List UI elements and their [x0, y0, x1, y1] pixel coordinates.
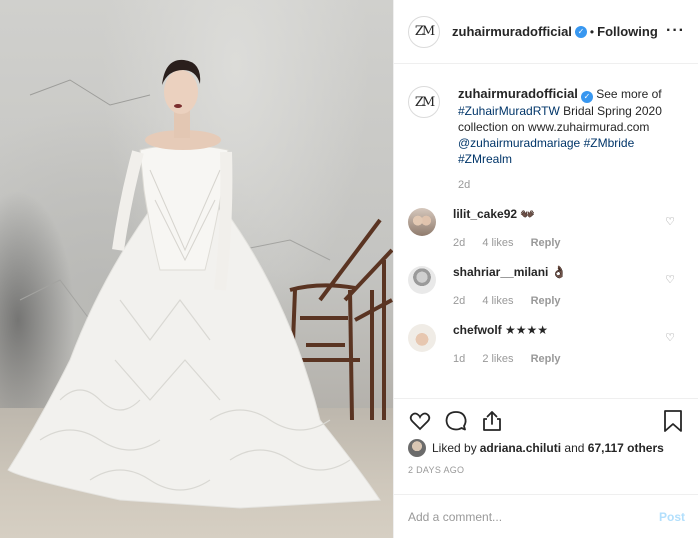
header-account: zuhairmuradofficial ✓ • Following — [452, 24, 658, 39]
caption-username[interactable]: zuhairmuradofficial — [458, 86, 578, 101]
comment-avatar[interactable] — [408, 324, 436, 352]
likes-summary[interactable]: Liked by adriana.chiluti and 67,117 othe… — [408, 439, 685, 457]
comment-likes[interactable]: 4 likes — [482, 237, 513, 249]
post-comment-button[interactable]: Post — [659, 510, 685, 524]
comments-section[interactable]: ZM zuhairmuradofficial ✓ See more of #Zuh… — [394, 64, 698, 398]
following-button[interactable]: Following — [597, 24, 658, 39]
likes-middle: and — [561, 441, 588, 455]
reply-button[interactable]: Reply — [531, 353, 561, 365]
caption-text: zuhairmuradofficial ✓ See more of #Zuhair… — [458, 86, 673, 167]
verified-badge-icon: ✓ — [580, 91, 593, 103]
comment-username[interactable]: lilit_cake92 — [453, 207, 517, 221]
heart-icon[interactable]: ♡ — [665, 331, 675, 344]
comment-meta: 2d 4 likes Reply — [453, 237, 653, 249]
reply-button[interactable]: Reply — [531, 237, 561, 249]
header-username[interactable]: zuhairmuradofficial — [452, 24, 572, 39]
hashtag-link[interactable]: #ZMbride — [584, 136, 635, 150]
post-actions: Liked by adriana.chiluti and 67,117 othe… — [394, 398, 698, 475]
likes-count[interactable]: 67,117 others — [588, 441, 664, 455]
neck — [174, 110, 190, 138]
heart-icon[interactable] — [408, 409, 432, 433]
post-photo[interactable] — [0, 0, 393, 538]
liker-username[interactable]: adriana.chiluti — [480, 441, 561, 455]
wall-crack — [19, 279, 91, 321]
comment-username[interactable]: shahriar__milani — [453, 265, 548, 279]
comment-likes[interactable]: 4 likes — [482, 295, 513, 307]
comment-likes[interactable]: 2 likes — [482, 353, 513, 365]
caption-time[interactable]: 2d — [458, 179, 673, 191]
share-icon[interactable] — [480, 409, 504, 433]
post-header: ZM zuhairmuradofficial ✓ • Following ··· — [394, 0, 698, 64]
right-sleeve — [214, 151, 233, 291]
likes-prefix: Liked by — [432, 441, 477, 455]
comment-text: 👐🏿 — [517, 207, 536, 221]
comment-time[interactable]: 1d — [453, 353, 465, 365]
comment-time[interactable]: 2d — [453, 237, 465, 249]
mention-link[interactable]: @zuhairmuradmariage — [458, 136, 580, 150]
comment-meta: 2d 4 likes Reply — [453, 295, 653, 307]
reply-button[interactable]: Reply — [531, 295, 561, 307]
comment-item: lilit_cake92 👐🏿 2d 4 likes Reply ♡ — [408, 207, 685, 249]
comment-icon[interactable] — [444, 409, 468, 433]
photo-illustration — [7, 59, 393, 509]
comment-input[interactable] — [408, 509, 659, 524]
comment-username[interactable]: chefwolf — [453, 323, 502, 337]
instagram-post: ZM zuhairmuradofficial ✓ • Following ···… — [0, 0, 698, 538]
post-side-panel: ZM zuhairmuradofficial ✓ • Following ···… — [393, 0, 698, 538]
comment-text: ★★★★ — [501, 323, 549, 337]
comment-time[interactable]: 2d — [453, 295, 465, 307]
action-buttons — [408, 399, 685, 443]
comment-meta: 1d 2 likes Reply — [453, 353, 653, 365]
lips — [174, 104, 182, 108]
zm-logo-avatar[interactable]: ZM — [408, 15, 440, 48]
liker-avatar[interactable] — [408, 439, 426, 457]
comment-avatar[interactable] — [408, 208, 436, 236]
wall-crack — [29, 79, 151, 106]
hashtag-link[interactable]: #ZuhairMuradRTW — [458, 104, 560, 118]
caption-text-part: See more of — [592, 87, 662, 101]
verified-badge-icon: ✓ — [574, 25, 587, 38]
face — [164, 70, 198, 114]
heart-icon[interactable]: ♡ — [665, 273, 675, 286]
add-comment-bar: Post — [394, 494, 698, 538]
bookmark-icon[interactable] — [661, 409, 685, 433]
more-options-icon[interactable]: ··· — [666, 22, 685, 40]
hashtag-link[interactable]: #ZMrealm — [458, 152, 512, 166]
caption-avatar[interactable]: ZM — [408, 86, 440, 118]
post-date[interactable]: 2 DAYS AGO — [408, 465, 685, 475]
comment-avatar[interactable] — [408, 266, 436, 294]
comment-item: shahriar__milani 👌🏿 2d 4 likes Reply ♡ — [408, 265, 685, 307]
comment-text: 👌🏿 — [548, 265, 567, 279]
heart-icon[interactable]: ♡ — [665, 215, 675, 228]
post-caption: ZM zuhairmuradofficial ✓ See more of #Zuh… — [408, 64, 685, 191]
header-separator: • — [589, 24, 595, 39]
comment-item: chefwolf ★★★★ 1d 2 likes Reply ♡ — [408, 323, 685, 365]
